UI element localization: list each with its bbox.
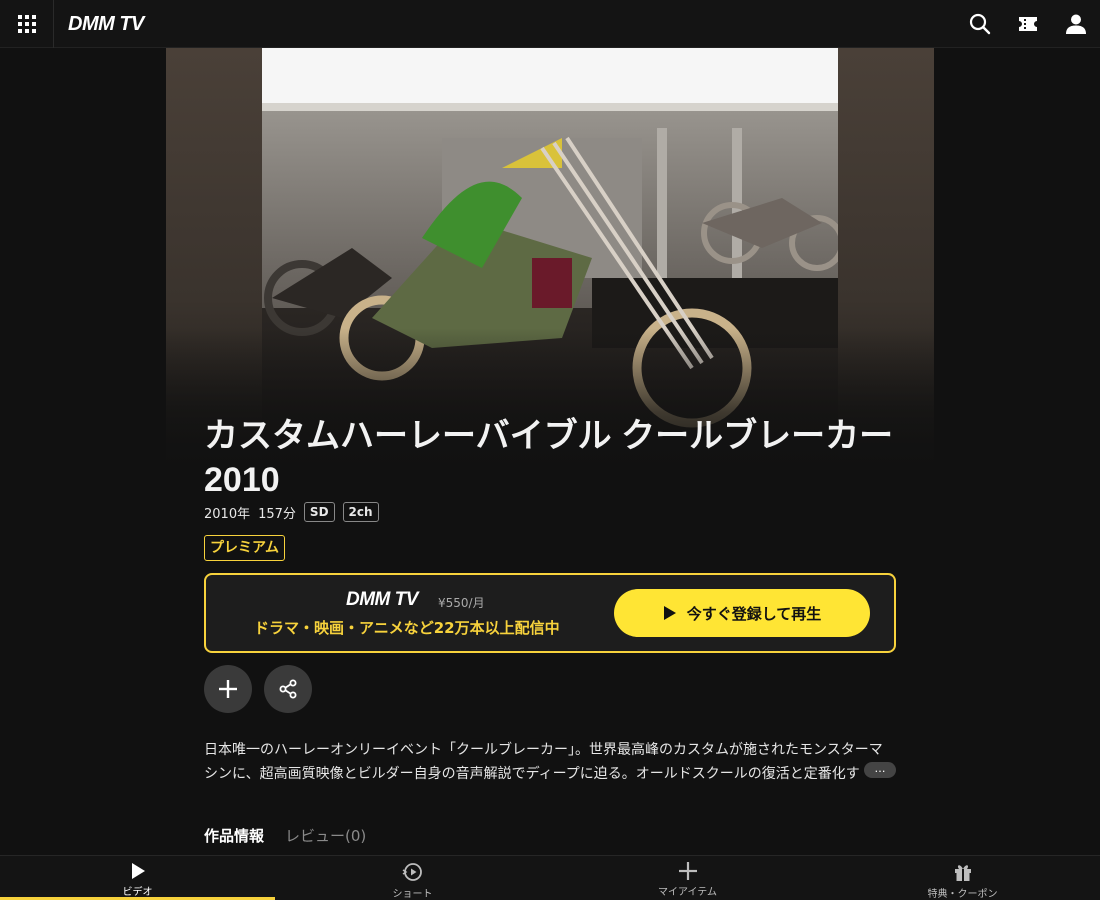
bottom-navigation: ビデオ ショート マイアイテム 特典・クーポン [0, 855, 1100, 900]
share-button[interactable] [264, 665, 312, 713]
promo-logo: DMM TV [346, 589, 418, 610]
tab-reviews[interactable]: レビュー(0) [285, 825, 366, 846]
description: 日本唯一のハーレーオンリーイベント「クールブレーカー」。世界最高峰のカスタムが施… [204, 742, 883, 782]
dmm-tv-logo[interactable]: DMM TV [68, 13, 144, 36]
nav-label-my-items: マイアイテム [658, 887, 717, 898]
subscribe-play-label: 今すぐ登録して再生 [686, 604, 822, 623]
short-video-icon [402, 863, 422, 881]
play-icon [663, 606, 676, 620]
grid-menu-icon [17, 15, 36, 33]
search-button[interactable] [968, 12, 992, 36]
nav-item-my-items[interactable]: マイアイテム [550, 856, 825, 900]
nav-label-perks-coupons: 特典・クーポン [927, 889, 998, 900]
release-year: 2010年 [204, 506, 251, 522]
subscribe-play-button[interactable]: 今すぐ登録して再生 [614, 589, 870, 637]
user-icon [1066, 14, 1086, 34]
nav-label-short: ショート [392, 889, 433, 900]
search-icon [969, 13, 991, 35]
nav-item-perks-coupons[interactable]: 特典・クーポン [825, 856, 1100, 900]
user-account-button[interactable] [1064, 12, 1088, 36]
add-to-list-button[interactable] [204, 665, 252, 713]
ticket-icon [1019, 17, 1037, 31]
share-icon [279, 679, 297, 699]
nav-item-video[interactable]: ビデオ [0, 856, 275, 900]
plus-icon [678, 862, 697, 880]
audio-badge: 2ch [342, 502, 379, 522]
tab-work-info[interactable]: 作品情報 [204, 825, 264, 846]
meta-info: 2010年 157分 SD 2ch [204, 500, 379, 524]
hero-banner [166, 48, 934, 468]
plus-icon [219, 680, 237, 698]
gift-icon [954, 865, 971, 881]
promo-tagline: ドラマ・映画・アニメなど22万本以上配信中 [254, 619, 560, 637]
promo-price: ¥550/月 [438, 596, 485, 610]
top-header: DMM TV [0, 0, 1100, 48]
grid-menu-button[interactable] [0, 0, 54, 48]
more-button[interactable]: … [864, 762, 896, 778]
ticket-button[interactable] [1016, 12, 1040, 36]
subscription-promo: DMM TV ¥550/月 ドラマ・映画・アニメなど22万本以上配信中 今すぐ登… [204, 573, 896, 653]
quality-badge: SD [303, 502, 335, 522]
page-title: カスタムハーレーバイブル クールブレーカー2010 [204, 417, 894, 499]
nav-item-short[interactable]: ショート [275, 856, 550, 900]
premium-badge: プレミアム [204, 535, 286, 561]
nav-label-video: ビデオ [122, 887, 153, 898]
duration: 157分 [258, 506, 296, 522]
play-icon [131, 863, 145, 879]
